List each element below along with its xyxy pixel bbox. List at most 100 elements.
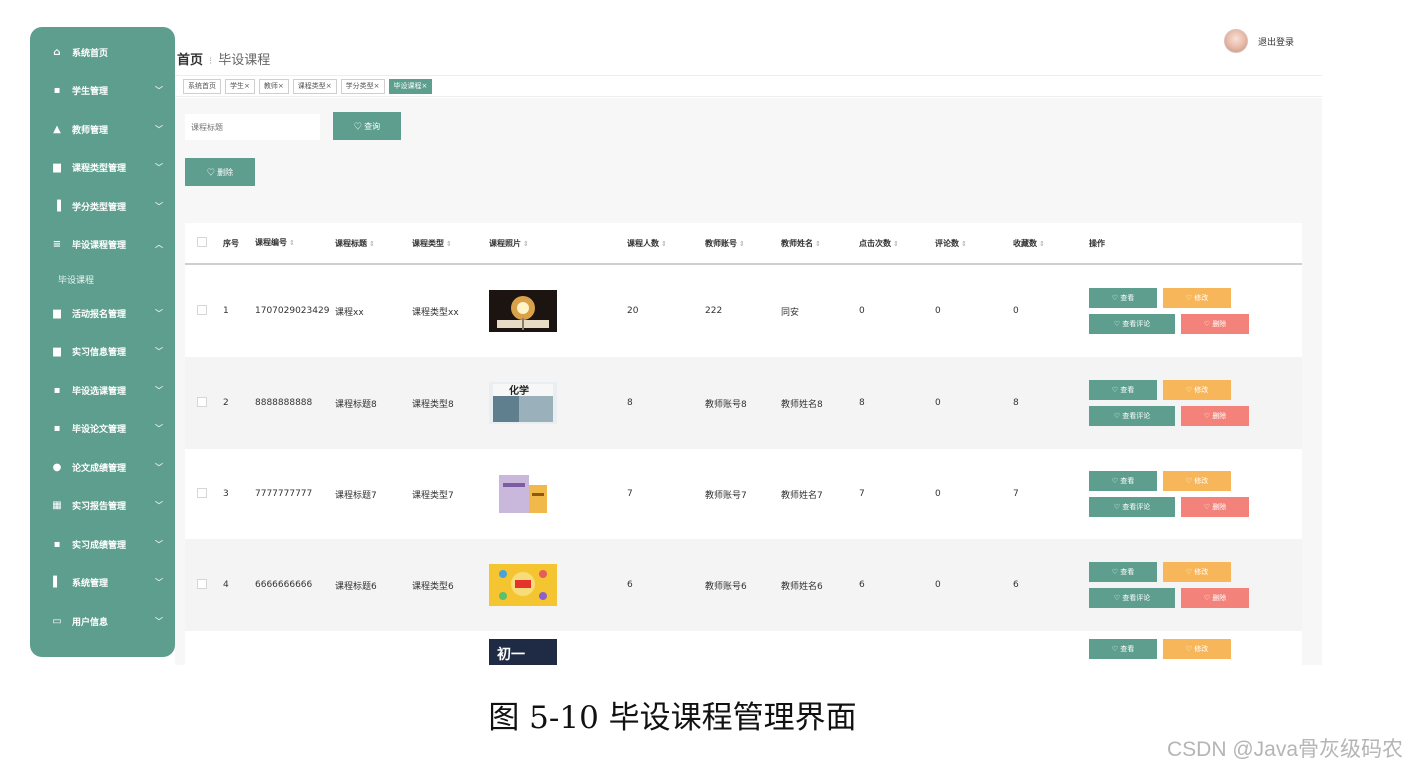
- view-button[interactable]: ♡ 查看: [1089, 639, 1157, 659]
- sidebar-item-user-card[interactable]: ▭ 用户信息 ﹀: [30, 602, 175, 641]
- edit-button[interactable]: ♡ 修改: [1163, 562, 1231, 582]
- row-checkbox[interactable]: [197, 304, 207, 315]
- sidebar-item-bar-chart[interactable]: ▌ 系统管理 ﹀: [30, 564, 175, 603]
- view-button[interactable]: ♡ 查看: [1089, 288, 1157, 308]
- sort-icon[interactable]: ⇕: [661, 240, 667, 248]
- cell-comments: 0: [935, 580, 941, 590]
- view-comments-button[interactable]: ♡ 查看评论: [1089, 588, 1175, 608]
- column-header-label: 序号: [223, 238, 239, 248]
- column-header[interactable]: 课程标题 ⇕: [335, 238, 412, 249]
- chevron-icon: ﹀: [155, 578, 163, 588]
- column-header[interactable]: 课程人数 ⇕: [627, 238, 705, 249]
- column-header[interactable]: 操作: [1089, 238, 1269, 249]
- chevron-icon: ﹀: [155, 347, 163, 357]
- cell-comments: 0: [935, 398, 941, 408]
- column-header[interactable]: 教师姓名 ⇕: [781, 238, 859, 249]
- delete-button[interactable]: ♡ 删除: [1181, 406, 1249, 426]
- view-comments-button[interactable]: ♡ 查看评论: [1089, 497, 1175, 517]
- cell-idx: 2: [223, 398, 229, 408]
- course-photo: [489, 473, 557, 515]
- cell-code: 1707029023429: [255, 306, 330, 316]
- column-header[interactable]: 收藏数 ⇕: [1013, 238, 1089, 249]
- grid-icon: ▪: [53, 423, 61, 435]
- sidebar-item-location[interactable]: ● 论文成绩管理 ﹀: [30, 448, 175, 487]
- tab-tag[interactable]: 教师×: [258, 78, 289, 94]
- edit-button[interactable]: ♡ 修改: [1163, 471, 1231, 491]
- column-header[interactable]: 序号: [223, 238, 255, 249]
- sidebar-item-label: 实习报告管理: [72, 502, 127, 513]
- sort-icon[interactable]: ⇕: [893, 240, 899, 248]
- tab-tag[interactable]: 学分类型×: [340, 78, 385, 94]
- column-header[interactable]: 教师账号 ⇕: [705, 238, 781, 249]
- chevron-icon: ﹀: [155, 616, 163, 626]
- edit-button[interactable]: ♡ 修改: [1163, 288, 1231, 308]
- chevron-icon: ﹀: [155, 539, 163, 549]
- edit-button[interactable]: ♡ 修改: [1163, 380, 1231, 400]
- sidebar-item-table[interactable]: ▦ 实习报告管理 ﹀: [30, 487, 175, 526]
- select-all-checkbox[interactable]: [197, 237, 207, 247]
- view-button[interactable]: ♡ 查看: [1089, 562, 1157, 582]
- sort-icon[interactable]: ⇕: [815, 240, 821, 248]
- row-checkbox[interactable]: [197, 578, 207, 589]
- row-checkbox[interactable]: [197, 396, 207, 407]
- batch-delete-button[interactable]: ♡ 删除: [185, 158, 255, 186]
- action-line: ♡ 查看评论 ♡ 删除: [1089, 314, 1269, 334]
- cell-photo: 化学: [489, 382, 627, 424]
- view-button[interactable]: ♡ 查看: [1089, 471, 1157, 491]
- delete-button[interactable]: ♡ 删除: [1181, 588, 1249, 608]
- action-line: ♡ 查看 ♡ 修改: [1089, 639, 1269, 659]
- table-row: 4 6666666666 课程标题6 课程类型6 6 教师账号6 教师姓名6 6 0 6 ♡ 查看 ♡…: [185, 539, 1302, 631]
- sidebar-item-grid[interactable]: ▪ 学生管理 ﹀: [30, 72, 175, 111]
- cell-teacher-name: 教师姓名6: [781, 581, 823, 592]
- sidebar-item-label: 实习成绩管理: [72, 540, 127, 551]
- delete-button[interactable]: ♡ 删除: [1181, 314, 1249, 334]
- user-area: 退出登录: [1223, 29, 1294, 53]
- cell-photo: [489, 473, 627, 515]
- sort-icon[interactable]: ⇕: [289, 239, 295, 247]
- course-title-search-input[interactable]: [185, 114, 320, 140]
- search-button[interactable]: ♡ 查询: [333, 112, 401, 140]
- breadcrumb-home[interactable]: 首页: [177, 53, 203, 68]
- sort-icon[interactable]: ⇕: [446, 240, 452, 248]
- sidebar-subitem-course[interactable]: 毕设课程: [30, 264, 175, 294]
- row-checkbox[interactable]: [197, 487, 207, 498]
- sidebar-item-label: 活动报名管理: [72, 309, 127, 320]
- row-select-cell: [185, 304, 223, 318]
- sort-icon[interactable]: ⇕: [369, 240, 375, 248]
- tab-tag[interactable]: 系统首页: [183, 78, 221, 94]
- sort-icon[interactable]: ⇕: [1039, 240, 1045, 248]
- sidebar-item-chart[interactable]: ▐ 学分类型管理 ﹀: [30, 187, 175, 226]
- column-header[interactable]: 课程照片 ⇕: [489, 238, 627, 249]
- sort-icon[interactable]: ⇕: [961, 240, 967, 248]
- sidebar-item-grid[interactable]: ▪ 实习成绩管理 ﹀: [30, 525, 175, 564]
- column-header[interactable]: 点击次数 ⇕: [859, 238, 935, 249]
- sidebar-item-bookmark[interactable]: ▆ 活动报名管理 ﹀: [30, 294, 175, 333]
- sidebar-item-document[interactable]: ▆ 课程类型管理 ﹀: [30, 149, 175, 188]
- sort-icon[interactable]: ⇕: [739, 240, 745, 248]
- sidebar-item-label: 毕设选课管理: [72, 386, 127, 397]
- delete-button[interactable]: ♡ 删除: [1181, 497, 1249, 517]
- view-button[interactable]: ♡ 查看: [1089, 380, 1157, 400]
- column-header[interactable]: 课程编号 ⇕: [255, 236, 335, 250]
- sidebar-item-list[interactable]: ≡ 毕设课程管理 ︿: [30, 226, 175, 265]
- row-select-cell: [185, 578, 223, 592]
- course-table: 序号 课程编号 ⇕ 课程标题 ⇕ 课程类型 ⇕ 课程照片 ⇕ 课程人数 ⇕ 教师账号 ⇕ 教师姓名 ⇕ 点击次…: [185, 223, 1302, 665]
- column-header[interactable]: 评论数 ⇕: [935, 238, 1013, 249]
- cell-type: 课程类型8: [412, 399, 454, 410]
- sidebar-item-grid[interactable]: ▪ 毕设论文管理 ﹀: [30, 410, 175, 449]
- sidebar-item-teacher[interactable]: ▲ 教师管理 ﹀: [30, 110, 175, 149]
- edit-button[interactable]: ♡ 修改: [1163, 639, 1231, 659]
- sidebar-item-grid[interactable]: ▪ 毕设选课管理 ﹀: [30, 371, 175, 410]
- sidebar-item-home[interactable]: ⌂ 系统首页: [30, 33, 175, 72]
- logout-button[interactable]: 退出登录: [1258, 35, 1294, 48]
- view-comments-button[interactable]: ♡ 查看评论: [1089, 406, 1175, 426]
- view-comments-button[interactable]: ♡ 查看评论: [1089, 314, 1175, 334]
- tab-tag[interactable]: 学生×: [225, 78, 255, 94]
- tab-tag[interactable]: 课程类型×: [292, 78, 337, 94]
- sidebar-item-clipboard[interactable]: ▆ 实习信息管理 ﹀: [30, 333, 175, 372]
- action-line: ♡ 查看 ♡ 修改: [1089, 288, 1269, 308]
- avatar[interactable]: [1223, 29, 1248, 53]
- sort-icon[interactable]: ⇕: [523, 240, 529, 248]
- tab-tag[interactable]: 毕设课程×: [388, 78, 433, 94]
- column-header[interactable]: 课程类型 ⇕: [412, 238, 489, 249]
